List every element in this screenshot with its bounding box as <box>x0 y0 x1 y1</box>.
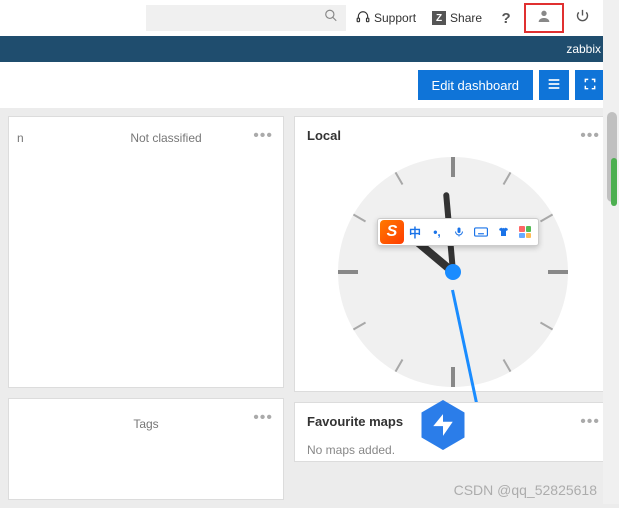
support-link[interactable]: Support <box>350 10 422 27</box>
widget-menu-button[interactable]: ••• <box>253 409 273 427</box>
widget-menu-button[interactable]: ••• <box>253 127 273 145</box>
ime-keyboard-icon[interactable] <box>470 221 492 243</box>
search-wrap <box>8 5 346 31</box>
support-label: Support <box>374 11 416 25</box>
watermark-text: CSDN @qq_52825618 <box>454 482 597 498</box>
clock-center <box>445 264 461 280</box>
edit-dashboard-button[interactable]: Edit dashboard <box>418 70 533 100</box>
widget-tags: ••• Tags <box>8 398 284 500</box>
user-menu-button[interactable] <box>530 4 558 32</box>
second-hand <box>451 290 478 406</box>
fullscreen-button[interactable] <box>575 70 605 100</box>
col-tags: Tags <box>9 399 283 439</box>
share-label: Share <box>450 11 482 25</box>
widget-local-clock: Local ••• <box>294 116 611 392</box>
table-header: n Not classified <box>17 125 275 151</box>
widget-classification: ••• n Not classified <box>8 116 284 388</box>
user-menu-highlight <box>524 3 564 33</box>
col-n: n <box>17 131 57 145</box>
question-icon: ? <box>501 10 510 27</box>
power-icon <box>575 8 590 28</box>
search-input[interactable] <box>146 5 346 31</box>
widget-body: n Not classified <box>9 117 283 159</box>
sogou-logo-icon: S <box>380 220 404 244</box>
widget-menu-button[interactable]: ••• <box>580 413 600 431</box>
dashboard-content: ••• n Not classified ••• Tags Local ••• <box>0 108 619 508</box>
ime-skin-icon[interactable] <box>492 221 514 243</box>
scroll-indicator <box>611 158 617 206</box>
analog-clock <box>338 157 568 387</box>
left-column: ••• n Not classified ••• Tags <box>8 116 284 500</box>
brand-label: zabbix <box>566 42 601 56</box>
help-button[interactable]: ? <box>492 4 520 32</box>
clock-face <box>338 157 568 387</box>
brand-bar: zabbix <box>0 36 619 62</box>
expand-icon <box>583 77 597 94</box>
action-row: Edit dashboard <box>0 62 619 108</box>
top-bar: Support Z Share ? <box>0 0 619 36</box>
share-link[interactable]: Z Share <box>426 11 488 25</box>
col-not-classified: Not classified <box>57 131 275 145</box>
headset-icon <box>356 10 370 27</box>
ime-lang-button[interactable]: 中 <box>404 221 426 243</box>
ime-punct-button[interactable]: •, <box>426 221 448 243</box>
thunder-overlay-icon[interactable] <box>418 400 468 450</box>
menu-button[interactable] <box>539 70 569 100</box>
clock-wrap <box>295 153 610 387</box>
widget-menu-button[interactable]: ••• <box>580 127 600 145</box>
ime-mic-icon[interactable] <box>448 221 470 243</box>
search-icon[interactable] <box>324 9 338 28</box>
vertical-scrollbar[interactable] <box>603 0 619 504</box>
hamburger-icon <box>546 76 562 95</box>
ime-toolbar[interactable]: S 中 •, <box>377 218 539 246</box>
share-badge-icon: Z <box>432 11 446 25</box>
user-icon <box>536 8 552 29</box>
logout-button[interactable] <box>568 4 596 32</box>
ime-grid-icon[interactable] <box>514 221 536 243</box>
widget-title: Local <box>295 117 610 153</box>
